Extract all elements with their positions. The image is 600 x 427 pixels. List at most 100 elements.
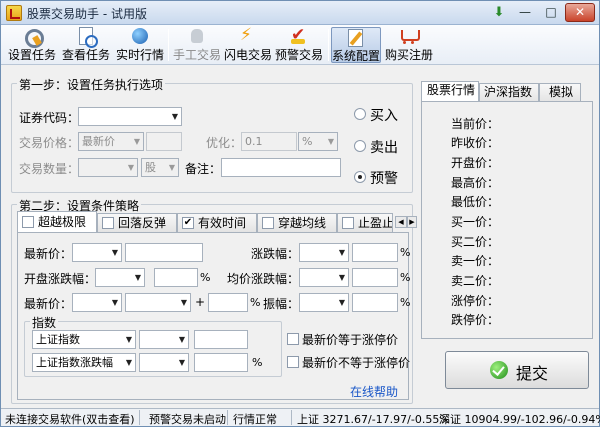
bid2-price-label: 买二价： bbox=[451, 235, 500, 249]
avg-change-input[interactable] bbox=[352, 268, 398, 287]
note-input[interactable] bbox=[221, 158, 341, 177]
latest-price-op-combo[interactable] bbox=[72, 243, 122, 262]
status-separator bbox=[291, 410, 292, 425]
unit-percent: % bbox=[400, 296, 411, 309]
open-change-op-combo[interactable] bbox=[95, 268, 145, 287]
title-bar: 股票交易助手 - 试用版 ⬇ — □ ✕ bbox=[1, 1, 599, 25]
cart-icon bbox=[399, 27, 420, 45]
latest-price-input[interactable] bbox=[125, 243, 203, 262]
price-mode-combo[interactable]: 最新价 bbox=[78, 132, 144, 151]
reference-price-combo[interactable] bbox=[125, 293, 191, 312]
quantity-combo[interactable] bbox=[78, 158, 138, 177]
prev-close-label: 昨收价： bbox=[451, 136, 500, 150]
submit-label: 提交 bbox=[516, 364, 549, 383]
avg-change-label: 均价涨跌幅： bbox=[227, 272, 300, 286]
toolbar-realtime-quote-button[interactable]: 实时行情 bbox=[115, 27, 165, 63]
tab-label: 止盈止损 bbox=[358, 216, 393, 230]
optimize-input[interactable]: 0.1 bbox=[241, 132, 297, 151]
security-code-label: 证券代码： bbox=[19, 111, 80, 125]
strategy-panel: 最新价： 涨跌幅： % 开盘涨跌幅： % 均价涨跌幅： % 最新价： + % 振… bbox=[17, 232, 411, 400]
change-pct-input[interactable] bbox=[352, 243, 398, 262]
buy-radio[interactable] bbox=[354, 108, 366, 120]
tab-checkbox-checked[interactable]: ✔ bbox=[182, 217, 194, 229]
index-name-combo-2[interactable]: 上证指数涨跌幅 bbox=[32, 353, 136, 372]
toolbar-manual-trade-button[interactable]: 手工交易 bbox=[172, 27, 222, 63]
limit-up-not-equal-checkbox[interactable] bbox=[287, 356, 299, 368]
latest-price-2-op-combo[interactable] bbox=[72, 293, 122, 312]
tab-exceed-limit[interactable]: 超越极限 bbox=[17, 211, 97, 232]
optimize-unit-combo[interactable]: % bbox=[298, 132, 338, 151]
config-pencil-icon bbox=[346, 28, 366, 47]
status-connection[interactable]: 未连接交易软件(双击查看) bbox=[5, 411, 135, 427]
submit-button[interactable]: 提交 bbox=[445, 351, 589, 389]
limit-up-price-label: 涨停价： bbox=[451, 294, 500, 308]
sell-radio[interactable] bbox=[354, 140, 366, 152]
note-label: 备注： bbox=[185, 162, 222, 176]
latest-price-2-label: 最新价： bbox=[24, 297, 73, 311]
online-help-link[interactable]: 在线帮助 bbox=[350, 383, 398, 400]
open-change-input[interactable] bbox=[154, 268, 198, 287]
index-op-combo-2[interactable] bbox=[139, 353, 189, 372]
tab-cross-ma[interactable]: 穿越均线 bbox=[257, 213, 337, 232]
tab-scroll-left-icon[interactable]: ◀ bbox=[395, 216, 407, 228]
tab-take-profit[interactable]: 止盈止损 bbox=[337, 213, 393, 232]
index-name-combo-1[interactable]: 上证指数 bbox=[32, 330, 136, 349]
index-op-combo-1[interactable] bbox=[139, 330, 189, 349]
tab-checkbox[interactable] bbox=[102, 217, 114, 229]
minimize-button[interactable]: — bbox=[513, 3, 537, 22]
tab-checkbox[interactable] bbox=[22, 216, 34, 228]
status-sz-index: 深证 10904.99/-102.96/-0.94% bbox=[439, 413, 600, 426]
toolbar-purchase-button[interactable]: 购买注册 bbox=[384, 27, 434, 63]
status-bar: 未连接交易软件(双击查看) 预警交易未启动 行情正常 上证 3271.67/-1… bbox=[1, 408, 600, 427]
unit-percent: % bbox=[252, 356, 263, 369]
tab-stock-quote[interactable]: 股票行情 bbox=[421, 81, 479, 102]
security-code-combo[interactable] bbox=[78, 107, 182, 126]
avg-change-op-combo[interactable] bbox=[299, 268, 349, 287]
window-title: 股票交易助手 - 试用版 bbox=[27, 7, 147, 21]
toolbar-view-task-button[interactable]: 查看任务 bbox=[61, 27, 111, 63]
strategy-tab-strip: 超越极限 回落反弹 ✔ 有效时间 穿越均线 止盈止损 ◀ ▶ bbox=[17, 211, 417, 234]
status-separator bbox=[227, 410, 228, 425]
amplitude-label: 振幅： bbox=[263, 297, 300, 311]
quote-panel: 当前价： 昨收价： 开盘价： 最高价： 最低价： 买一价： 买二价： 卖一价： … bbox=[421, 101, 593, 339]
toolbar-label: 购买注册 bbox=[384, 48, 433, 62]
index-value-input-1[interactable] bbox=[194, 330, 248, 349]
tab-label: 回落反弹 bbox=[118, 216, 167, 230]
toolbar-flash-trade-button[interactable]: 闪电交易 bbox=[223, 25, 273, 63]
tab-checkbox[interactable] bbox=[262, 217, 274, 229]
index-value-input-2[interactable] bbox=[194, 353, 248, 372]
tab-simulation[interactable]: 模拟 bbox=[539, 83, 581, 102]
tab-sh-sz-index[interactable]: 沪深指数 bbox=[479, 83, 539, 102]
update-arrow-icon[interactable]: ⬇ bbox=[487, 3, 511, 22]
change-pct-label: 涨跌幅： bbox=[251, 247, 300, 261]
change-pct-op-combo[interactable] bbox=[299, 243, 349, 262]
tab-valid-time[interactable]: ✔ 有效时间 bbox=[177, 213, 257, 232]
unit-percent: % bbox=[400, 271, 411, 284]
price-value-input[interactable] bbox=[146, 132, 182, 151]
bid1-price-label: 买一价： bbox=[451, 215, 500, 229]
quantity-unit-combo[interactable]: 股 bbox=[141, 158, 179, 177]
unit-percent: % bbox=[200, 271, 211, 284]
limit-down-price-label: 跌停价： bbox=[451, 313, 500, 327]
close-button[interactable]: ✕ bbox=[565, 3, 595, 22]
toolbar-label: 设置任务 bbox=[7, 48, 56, 62]
amplitude-op-combo[interactable] bbox=[299, 293, 349, 312]
toolbar-set-task-button[interactable]: 设置任务 bbox=[7, 27, 57, 63]
toolbar-label: 实时行情 bbox=[115, 48, 164, 62]
tab-scroll-right-icon[interactable]: ▶ bbox=[407, 216, 417, 228]
tab-pullback[interactable]: 回落反弹 bbox=[97, 213, 177, 232]
high-price-label: 最高价： bbox=[451, 176, 500, 190]
tab-checkbox[interactable] bbox=[342, 217, 354, 229]
step1-title: 第一步：设置任务执行选项 bbox=[17, 76, 166, 93]
alert-radio[interactable] bbox=[354, 171, 366, 183]
maximize-button[interactable]: □ bbox=[539, 3, 563, 22]
limit-up-equal-label: 最新价等于涨停价 bbox=[302, 333, 399, 347]
window-controls: ⬇ — □ ✕ bbox=[487, 3, 595, 23]
limit-up-equal-checkbox[interactable] bbox=[287, 333, 299, 345]
amplitude-input[interactable] bbox=[352, 293, 398, 312]
toolbar-system-config-button[interactable]: 系统配置 bbox=[331, 27, 381, 63]
toolbar-alert-trade-button[interactable]: 预警交易 bbox=[274, 25, 324, 63]
offset-pct-input[interactable] bbox=[208, 293, 248, 312]
toolbar-separator bbox=[168, 29, 169, 61]
ask2-price-label: 卖二价： bbox=[451, 274, 500, 288]
